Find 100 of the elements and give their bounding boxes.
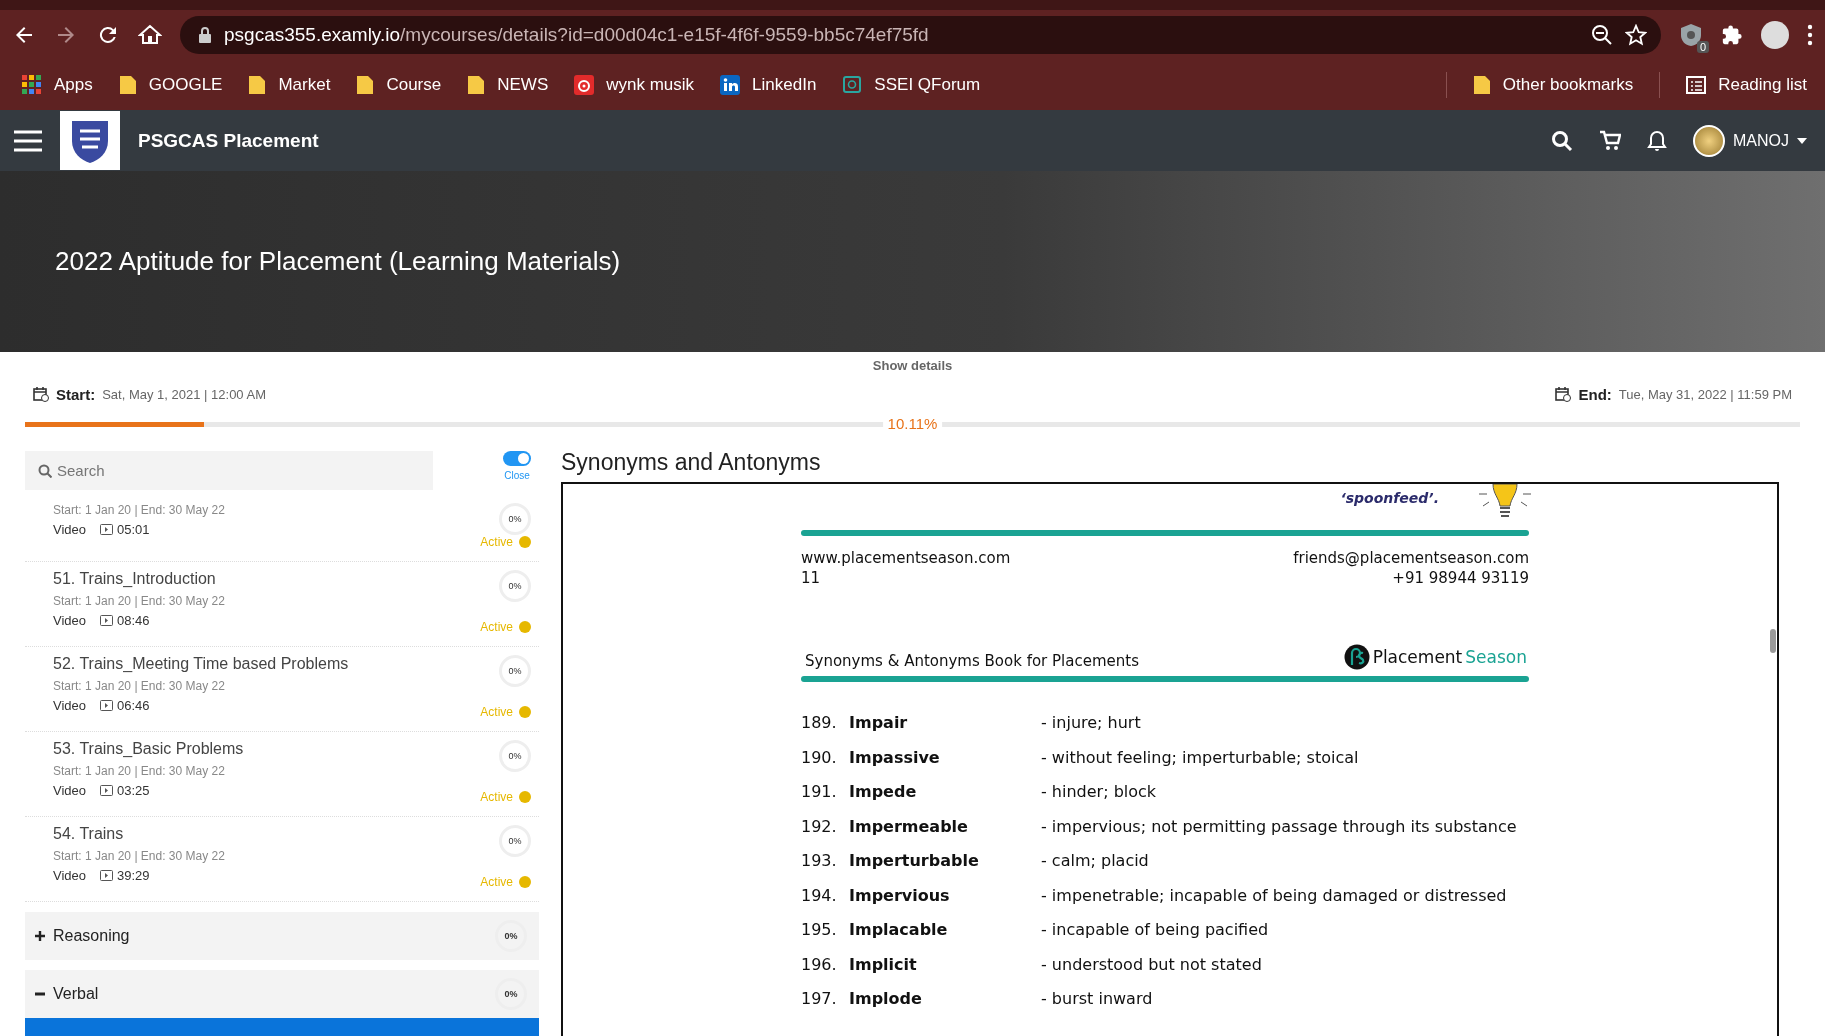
lesson-duration: 05:01 bbox=[117, 522, 150, 537]
entry-meaning: - without feeling; imperturbable; stoical bbox=[1041, 746, 1360, 769]
entry-word: Implode bbox=[849, 988, 923, 1010]
entry-number: 192. bbox=[801, 815, 838, 838]
end-label: End: bbox=[1578, 385, 1612, 403]
bookmark-link[interactable]: Apps bbox=[22, 75, 93, 95]
quote-text: ‘spoonfeed’. bbox=[1340, 490, 1439, 508]
toggle-label: Close bbox=[504, 470, 530, 481]
folder-icon bbox=[248, 75, 267, 95]
reading-list-link[interactable]: Reading list bbox=[1686, 75, 1807, 95]
lesson-title: 53. Trains_Basic Problems bbox=[53, 740, 244, 758]
entry-meaning: - injure; hurt bbox=[1041, 712, 1142, 734]
status-label: Active bbox=[480, 535, 513, 549]
lesson-item[interactable]: 51. Trains_Introduction Start: 1 Jan 20 | End: 30 May 22 Video 08:46 0% Active bbox=[25, 562, 539, 647]
lesson-title: 51. Trains_Introduction bbox=[53, 570, 217, 588]
lesson-dates: Start: 1 Jan 20 | End: 30 May 22 bbox=[53, 764, 226, 778]
bell-icon[interactable] bbox=[1647, 129, 1667, 152]
more-vertical-icon[interactable] bbox=[1807, 24, 1813, 46]
plus-icon bbox=[35, 931, 45, 941]
zoom-out-icon[interactable] bbox=[1591, 24, 1613, 46]
lesson-item[interactable]: 54. Trains Start: 1 Jan 20 | End: 30 May 22 Video 39:29 0% Active bbox=[25, 817, 539, 902]
status-label: Active bbox=[480, 705, 513, 719]
status-label: Active bbox=[480, 790, 513, 804]
video-icon bbox=[100, 700, 113, 711]
folder-icon bbox=[118, 75, 137, 95]
progress-ring: 0% bbox=[499, 655, 531, 687]
entry-word: Impede bbox=[849, 781, 918, 803]
lesson-type: Video bbox=[53, 613, 86, 628]
phone-text: +91 98944 93119 bbox=[1391, 568, 1529, 588]
section-title: Verbal bbox=[53, 985, 99, 1003]
bookmark-link[interactable]: LinkedIn bbox=[720, 75, 817, 95]
video-icon bbox=[100, 785, 113, 796]
lesson-title: 54. Trains bbox=[53, 825, 125, 843]
url-host: psgcas355.examly.io bbox=[224, 24, 401, 46]
end-date: Tue, May 31, 2022 | 11:59 PM bbox=[1618, 386, 1792, 402]
lesson-dates: Start: 1 Jan 20 | End: 30 May 22 bbox=[53, 503, 225, 517]
entry-meaning: - calm; placid bbox=[1041, 850, 1150, 872]
document-title: Synonyms and Antonyms bbox=[561, 448, 822, 477]
toggle-switch[interactable] bbox=[503, 451, 531, 466]
video-icon bbox=[100, 524, 113, 535]
entry-word: Impermeable bbox=[849, 815, 969, 838]
lesson-item[interactable]: 52. Trains_Meeting Time based Problems Start: 1 Jan 20 | End: 30 May 22 Video 06:46 0% Active bbox=[25, 647, 539, 732]
bookmark-link[interactable]: SSEI QForum bbox=[842, 75, 981, 95]
bookmark-star-icon[interactable] bbox=[1625, 24, 1647, 46]
page-number: 11 bbox=[801, 568, 822, 588]
lock-icon bbox=[198, 27, 212, 43]
bookmark-link[interactable]: NEWS bbox=[467, 75, 549, 95]
other-bookmarks-link[interactable]: Other bookmarks bbox=[1472, 75, 1634, 95]
search-icon[interactable] bbox=[1551, 129, 1573, 152]
brand-name: Placement bbox=[1372, 647, 1463, 667]
progress-ring: 0% bbox=[499, 503, 531, 535]
video-icon bbox=[100, 870, 113, 881]
bookmark-link[interactable]: wynk musik bbox=[574, 75, 695, 95]
profile-avatar[interactable] bbox=[1761, 21, 1789, 49]
email-text: friends@placementseason.com bbox=[1293, 548, 1529, 568]
bookmark-link[interactable]: Market bbox=[248, 75, 331, 95]
entry-number: 196. bbox=[801, 953, 838, 976]
music-app-icon bbox=[574, 75, 595, 95]
bookmark-link[interactable]: Course bbox=[356, 75, 442, 95]
entry-meaning: - understood but not stated bbox=[1041, 953, 1263, 976]
entry-word: Impassive bbox=[849, 746, 941, 769]
lesson-item[interactable]: 53. Trains_Basic Problems Start: 1 Jan 20 | End: 30 May 22 Video 03:25 0% Active bbox=[25, 732, 539, 817]
section-header[interactable]: Reasoning 0% bbox=[25, 912, 539, 960]
brand-logo-icon bbox=[1343, 644, 1370, 670]
section-header[interactable]: Verbal 0% bbox=[25, 970, 539, 1018]
progress-ring: 0% bbox=[495, 978, 527, 1010]
folder-icon bbox=[1472, 75, 1491, 95]
entry-number: 193. bbox=[801, 850, 838, 872]
entry-number: 190. bbox=[801, 746, 838, 769]
entry-number: 189. bbox=[801, 712, 838, 734]
cart-icon[interactable] bbox=[1599, 129, 1621, 152]
calendar-icon bbox=[1555, 386, 1572, 402]
bookmark-link[interactable]: GOOGLE bbox=[118, 75, 223, 95]
entry-word: Implicit bbox=[849, 953, 918, 976]
lesson-duration: 06:46 bbox=[117, 698, 150, 713]
extension-badge: 0 bbox=[1696, 41, 1709, 53]
puzzle-icon[interactable] bbox=[1721, 24, 1743, 46]
entry-meaning: - impenetrable; incapable of being damaged or distressed bbox=[1041, 884, 1508, 907]
college-logo bbox=[60, 111, 120, 170]
entry-number: 191. bbox=[801, 781, 838, 803]
section-title: Reasoning bbox=[53, 927, 130, 945]
lesson-dates: Start: 1 Jan 20 | End: 30 May 22 bbox=[53, 594, 225, 608]
folder-icon bbox=[356, 75, 375, 95]
entry-word: Implacable bbox=[849, 919, 949, 941]
entry-meaning: - burst inward bbox=[1041, 988, 1154, 1010]
menu-icon[interactable] bbox=[14, 129, 42, 152]
address-bar[interactable]: psgcas355.examly.io/mycourses/details?id=d00d04c1-e15f-4f6f-9559-bb5c74ef75fd bbox=[180, 16, 1661, 54]
forum-icon bbox=[842, 75, 863, 95]
search-field[interactable]: Search bbox=[25, 451, 433, 490]
lesson-item[interactable]: Start: 1 Jan 20 | End: 30 May 22 Video 05:01 0% Active bbox=[25, 501, 539, 562]
lesson-type: Video bbox=[53, 522, 86, 537]
user-menu[interactable]: MANOJ bbox=[1693, 124, 1807, 157]
show-details-link[interactable]: Show details bbox=[872, 358, 953, 373]
progress-ring: 0% bbox=[495, 920, 527, 952]
home-icon[interactable] bbox=[138, 23, 162, 47]
url-path: /mycourses/details?id=d00d04c1-e15f-4f6f-9559-bb5c74ef75fd bbox=[400, 24, 929, 46]
reading-list-icon[interactable] bbox=[1686, 76, 1707, 94]
lesson-duration: 03:25 bbox=[117, 783, 150, 798]
book-header-title: Synonyms & Antonyms Book for Placements bbox=[805, 652, 1139, 670]
apps-grid-icon bbox=[22, 75, 42, 95]
